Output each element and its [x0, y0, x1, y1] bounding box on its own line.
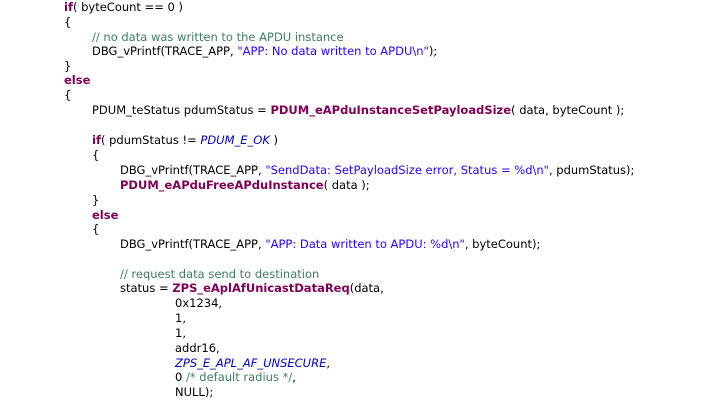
code-line: if( byteCount == 0 )	[64, 0, 183, 15]
code-line: // no data was written to the APDU insta…	[92, 30, 344, 45]
keyword-token: else	[64, 73, 91, 87]
comment-token: // no data was written to the APDU insta…	[92, 30, 344, 44]
code-line: {	[64, 88, 71, 103]
code-token: status =	[120, 281, 173, 295]
code-token: DBG_vPrintf(TRACE_APP,	[120, 237, 266, 251]
code-line: {	[92, 148, 99, 163]
code-token: 0x1234,	[175, 296, 223, 310]
code-token: ( pdumStatus !=	[100, 133, 201, 147]
string-token: "APP: Data written to APDU: %d\n"	[265, 237, 465, 251]
code-token: );	[428, 44, 438, 58]
code-token: ,	[292, 370, 296, 384]
code-token: NULL);	[175, 385, 214, 399]
code-token: 1,	[175, 311, 186, 325]
code-token: 0	[175, 370, 186, 384]
keyword-token: if	[92, 133, 101, 147]
code-editor[interactable]: if( byteCount == 0 ){// no data was writ…	[0, 0, 725, 405]
code-token: ,	[326, 356, 331, 370]
code-token: PDUM_teStatus pdumStatus =	[92, 103, 271, 117]
code-token: {	[64, 15, 72, 29]
code-line: PDUM_eAPduFreeAPduInstance( data );	[120, 178, 370, 193]
code-token: }	[64, 59, 72, 73]
code-line: addr16,	[175, 341, 220, 356]
function-token: PDUM_eAPduInstanceSetPayloadSize	[270, 103, 512, 117]
code-token: ( data );	[323, 178, 370, 192]
keyword-token: else	[92, 208, 119, 222]
code-token: ( data, byteCount );	[511, 103, 625, 117]
code-token: addr16,	[175, 341, 220, 355]
code-token: ( byteCount == 0 )	[72, 0, 183, 14]
code-line: if( pdumStatus != PDUM_E_OK )	[92, 133, 278, 148]
code-line: DBG_vPrintf(TRACE_APP, "APP: No data wri…	[92, 44, 437, 59]
function-token: ZPS_eAplAfUnicastDataReq	[172, 281, 350, 295]
code-line: }	[64, 59, 71, 74]
code-token: 1,	[175, 326, 186, 340]
enum-token: ZPS_E_APL_AF_UNSECURE	[175, 356, 327, 370]
code-token: {	[92, 222, 100, 236]
keyword-token: if	[64, 0, 73, 14]
code-line: status = ZPS_eAplAfUnicastDataReq(data,	[120, 281, 384, 296]
code-token: (data,	[349, 281, 384, 295]
code-line: else	[92, 208, 118, 223]
string-token: "SendData: SetPayloadSize error, Status …	[265, 163, 549, 177]
code-token: {	[92, 148, 100, 162]
code-token: DBG_vPrintf(TRACE_APP,	[92, 44, 238, 58]
code-line: }	[92, 193, 99, 208]
code-line: PDUM_teStatus pdumStatus = PDUM_eAPduIns…	[92, 103, 624, 118]
code-line: 0 /* default radius */,	[175, 370, 296, 385]
code-token: }	[92, 193, 100, 207]
code-token: DBG_vPrintf(TRACE_APP,	[120, 163, 266, 177]
enum-token: PDUM_E_OK	[200, 133, 270, 147]
code-line: 0x1234,	[175, 296, 222, 311]
code-line: DBG_vPrintf(TRACE_APP, "SendData: SetPay…	[120, 163, 634, 178]
function-token: PDUM_eAPduFreeAPduInstance	[120, 178, 324, 192]
code-line: NULL);	[175, 385, 213, 400]
comment-token: // request data send to destination	[120, 267, 320, 281]
code-line: {	[64, 15, 71, 30]
code-line: else	[64, 73, 90, 88]
code-line: 1,	[175, 311, 186, 326]
code-token: , pdumStatus);	[548, 163, 635, 177]
code-line: DBG_vPrintf(TRACE_APP, "APP: Data writte…	[120, 237, 540, 252]
string-token: "APP: No data written to APDU\n"	[237, 44, 429, 58]
code-line: {	[92, 222, 99, 237]
code-line: ZPS_E_APL_AF_UNSECURE,	[175, 356, 330, 371]
code-line: 1,	[175, 326, 186, 341]
code-token: {	[64, 88, 72, 102]
code-token: , byteCount);	[464, 237, 541, 251]
code-token: )	[269, 133, 279, 147]
code-line: // request data send to destination	[120, 267, 319, 282]
comment-token: /* default radius */	[185, 370, 293, 384]
